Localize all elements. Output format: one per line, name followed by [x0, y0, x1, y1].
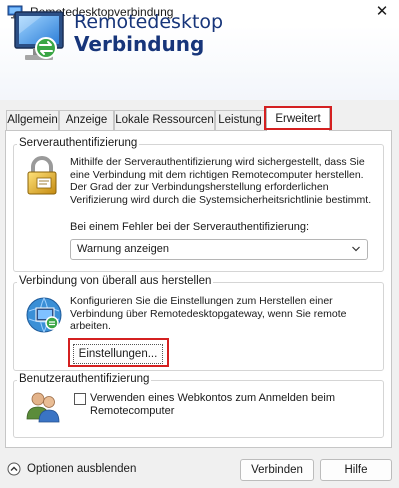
chevron-down-icon — [352, 246, 360, 252]
web-account-checkbox-label: Verwenden eines Webkontos zum Anmelden b… — [90, 392, 335, 417]
web-account-checkbox[interactable] — [74, 393, 86, 405]
lock-icon — [27, 156, 57, 195]
server-auth-description: Mithilfe der Serverauthentifizierung wir… — [70, 156, 372, 206]
hide-options-link[interactable]: Optionen ausblenden — [27, 463, 136, 475]
user-auth-heading: Benutzerauthentifizierung — [17, 373, 152, 385]
settings-button[interactable]: Einstellungen... — [73, 344, 163, 364]
banner-title-line1: Remotedesktop — [74, 11, 224, 33]
server-auth-heading: Serverauthentifizierung — [17, 137, 140, 149]
tab-leistung[interactable]: Leistung — [215, 110, 265, 130]
tab-anzeige[interactable]: Anzeige — [59, 110, 114, 130]
server-auth-dropdown-value: Warnung anzeigen — [77, 243, 169, 255]
users-icon — [26, 392, 60, 423]
tab-allgemein[interactable]: Allgemein — [6, 110, 59, 130]
collapse-up-icon[interactable] — [7, 462, 21, 476]
settings-button-label: Einstellungen... — [78, 348, 158, 360]
connect-button[interactable]: Verbinden — [240, 459, 314, 481]
banner-title-line2: Verbindung — [74, 32, 205, 56]
tab-erweitert[interactable]: Erweitert — [266, 107, 330, 131]
remote-desktop-monitor-icon — [14, 11, 64, 60]
server-auth-dropdown[interactable]: Warnung anzeigen — [70, 239, 368, 260]
server-auth-prompt: Bei einem Fehler bei der Serverauthentif… — [70, 221, 310, 233]
connect-anywhere-description: Konfigurieren Sie die Einstellungen zum … — [70, 295, 347, 332]
close-button[interactable]: ✕ — [372, 2, 392, 22]
connect-anywhere-heading: Verbindung von überall aus herstellen — [17, 275, 214, 287]
tab-lokale-ressourcen[interactable]: Lokale Ressourcen — [114, 110, 215, 130]
help-button[interactable]: Hilfe — [320, 459, 392, 481]
network-computer-icon — [26, 297, 62, 333]
